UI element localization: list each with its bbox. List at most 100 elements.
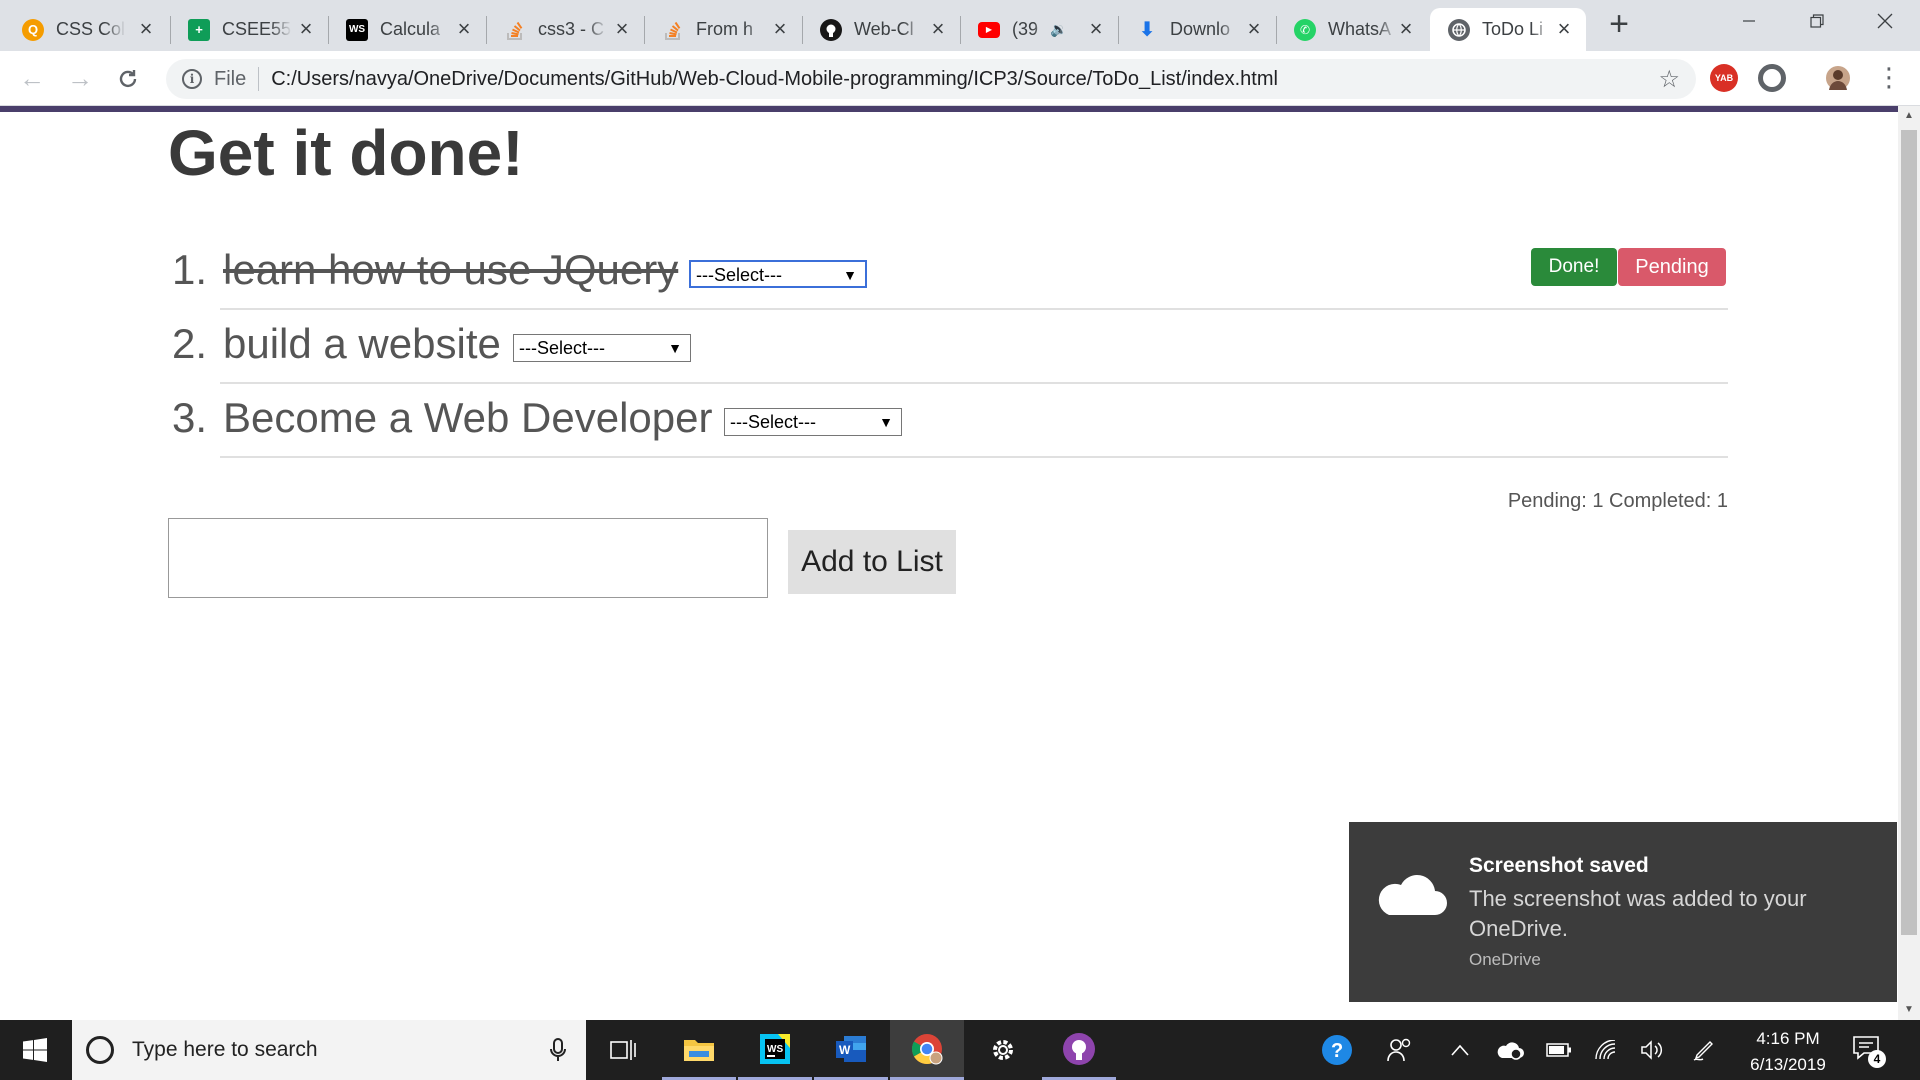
globe-icon [1448,18,1470,41]
toast-source: OneDrive [1469,950,1541,969]
tab-downloads[interactable]: ⬇ Downlo × [1118,8,1276,51]
scroll-down-arrow-icon[interactable]: ▼ [1898,1000,1920,1020]
new-tab-button[interactable]: + [1604,7,1634,41]
chevron-up-icon[interactable] [1444,1020,1476,1080]
address-bar[interactable]: i File C:/Users/navya/OneDrive/Documents… [166,59,1696,99]
browser-tab-strip: Q CSS Col × + CSEE55 × WS Calcula × css3… [0,0,1920,51]
tab-title: From h [696,19,754,39]
toast-title: Screenshot saved [1469,854,1649,877]
clock-time: 4:16 PM [1756,1029,1820,1048]
todo-text[interactable]: Become a Web Developer [223,394,712,442]
wifi-icon[interactable] [1588,1020,1624,1080]
close-icon[interactable]: × [612,18,632,40]
chrome-icon[interactable] [890,1020,964,1080]
audio-playing-icon: 🔉 [1050,21,1068,37]
task-view-icon[interactable] [586,1020,660,1080]
minimize-button[interactable] [1718,0,1780,42]
tab-whatsapp[interactable]: ✆ WhatsA × [1276,8,1428,51]
close-icon[interactable]: × [928,18,948,40]
dropdown-arrow-icon: ▼ [668,340,682,356]
webstorm-icon[interactable]: WS [738,1020,812,1080]
status-select-value: ---Select--- [730,412,816,432]
tab-youtube[interactable]: ▶ (39 🔉 × [960,8,1118,51]
tab-title: (39 [1012,19,1039,39]
dropdown-arrow-icon: ▼ [879,414,893,430]
todo-number: 1. [172,246,208,293]
taskbar-clock[interactable]: 4:16 PM 6/13/2019 [1744,1026,1832,1078]
onedrive-tray-icon[interactable] [1490,1020,1530,1080]
volume-icon[interactable] [1634,1020,1670,1080]
chrome-menu-icon[interactable]: ⋮ [1876,64,1902,92]
settings-icon[interactable] [966,1020,1040,1080]
github-desktop-icon[interactable] [1042,1020,1116,1080]
bookmark-star-icon[interactable]: ☆ [1658,65,1680,94]
pending-button[interactable]: Pending [1618,248,1726,286]
todo-item: 1. learn how to use JQuery ---Select--- … [172,236,1728,310]
close-window-button[interactable] [1854,0,1916,42]
reload-button[interactable] [112,63,144,95]
close-icon[interactable]: × [454,18,474,40]
search-placeholder: Type here to search [132,1038,318,1061]
action-center-icon[interactable]: 4 [1852,1034,1886,1068]
status-select[interactable]: ---Select--- ▼ [724,408,902,436]
close-icon[interactable]: × [136,18,156,40]
tab-title: CSEE55 [222,19,292,39]
tab-css-colors[interactable]: Q CSS Col × [4,8,168,51]
word-icon[interactable]: W [814,1020,888,1080]
github-icon [820,18,842,41]
file-explorer-icon[interactable] [662,1020,736,1080]
todo-item: 3. Become a Web Developer ---Select--- ▼ [172,384,1728,458]
scrollbar-thumb[interactable] [1901,130,1917,935]
tab-title: css3 - C [538,19,605,39]
page-content: Get it done! 1. learn how to use JQuery … [0,112,1898,1020]
tab-todo-list[interactable]: ToDo Li × [1430,8,1586,51]
close-icon[interactable]: × [1396,18,1416,40]
toast-body: The screenshot was added to your OneDriv… [1469,886,1807,941]
onedrive-cloud-icon [1378,875,1447,915]
add-to-list-button[interactable]: Add to List [788,530,956,594]
status-select[interactable]: ---Select--- ▼ [513,334,691,362]
help-icon[interactable]: ? [1316,1020,1358,1080]
close-icon[interactable]: × [1244,18,1264,40]
restore-button[interactable] [1786,0,1848,42]
todo-number: 3. [172,394,208,441]
status-select[interactable]: ---Select--- ▼ [689,260,867,288]
page-scrollbar[interactable]: ▲ ▼ [1898,106,1920,1020]
back-button[interactable]: ← [16,63,48,95]
stackoverflow-icon [662,19,684,41]
tab-from-h[interactable]: From h × [644,8,802,51]
todo-text[interactable]: learn how to use JQuery [223,246,678,294]
svg-text:?: ? [1331,1040,1343,1062]
close-icon[interactable]: × [296,18,316,40]
microphone-icon[interactable] [550,1038,566,1068]
tab-title: Downlo [1170,19,1231,39]
taskbar-search-box[interactable]: Type here to search [72,1020,586,1080]
close-icon[interactable]: × [770,18,790,40]
extension-circle-icon[interactable] [1758,64,1786,92]
scroll-up-arrow-icon[interactable]: ▲ [1898,106,1920,126]
tab-title: Web-Cl [854,19,914,39]
profile-avatar[interactable] [1824,64,1852,92]
battery-icon[interactable] [1540,1020,1578,1080]
new-todo-input[interactable] [168,518,768,598]
whatsapp-icon: ✆ [1294,18,1316,41]
tab-title: WhatsA [1328,19,1392,39]
todo-text[interactable]: build a website [223,320,501,368]
tab-css3[interactable]: css3 - C × [486,8,644,51]
tab-title: Calcula [380,19,441,39]
forward-button[interactable]: → [64,63,96,95]
onedrive-toast-notification[interactable]: Screenshot saved The screenshot was adde… [1349,822,1897,1002]
done-button[interactable]: Done! [1531,248,1617,286]
close-icon[interactable]: × [1086,18,1106,40]
tab-csee55[interactable]: + CSEE55 × [170,8,328,51]
todo-number: 2. [172,320,208,367]
tab-web-cloud[interactable]: Web-Cl × [802,8,960,51]
start-button[interactable] [0,1020,70,1080]
info-icon[interactable]: i [182,69,202,89]
pen-workspace-icon[interactable] [1686,1020,1722,1080]
people-icon[interactable] [1380,1020,1420,1080]
url-text[interactable]: C:/Users/navya/OneDrive/Documents/GitHub… [271,68,1278,91]
close-icon[interactable]: × [1554,18,1574,40]
yab-extension-icon[interactable]: YAB [1710,64,1738,92]
tab-calculator[interactable]: WS Calcula × [328,8,486,51]
